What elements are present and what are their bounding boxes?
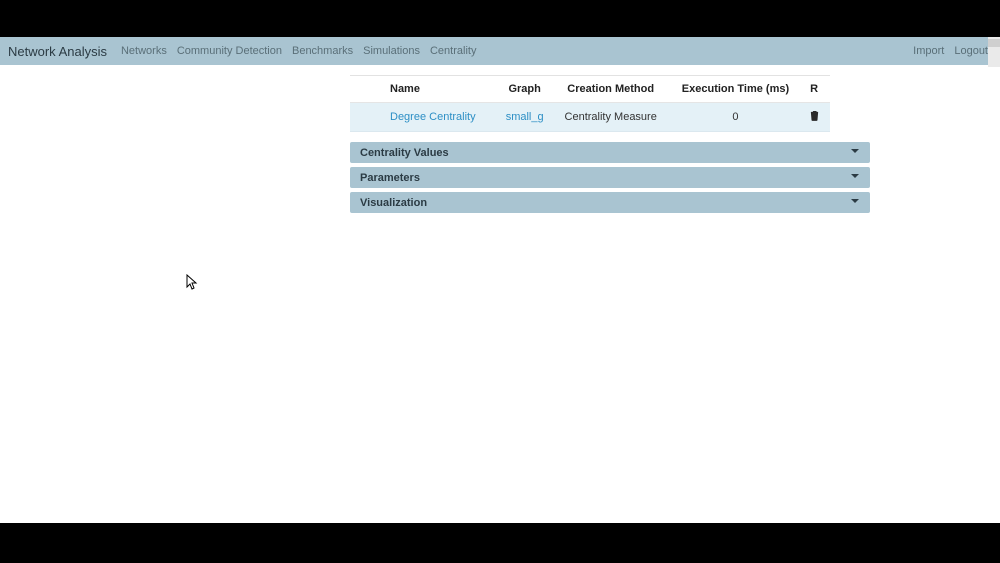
chevron-down-icon xyxy=(850,171,860,184)
nav-link-import[interactable]: Import xyxy=(913,45,944,57)
vertical-scrollbar[interactable] xyxy=(988,37,1000,67)
table-header-row: Name Graph Creation Method Execution Tim… xyxy=(350,76,830,103)
nav-right-group: Import Logout xyxy=(913,45,988,57)
accordion-label: Parameters xyxy=(360,172,420,184)
delete-icon[interactable] xyxy=(810,110,819,124)
row-exec: 0 xyxy=(669,103,802,132)
row-graph-link[interactable]: small_g xyxy=(506,111,544,123)
col-header-r: R xyxy=(802,76,830,103)
nav-link-simulations[interactable]: Simulations xyxy=(363,45,420,57)
col-header-graph: Graph xyxy=(497,76,553,103)
nav-left-group: Networks Community Detection Benchmarks … xyxy=(121,45,476,57)
chevron-down-icon xyxy=(850,146,860,159)
navbar: Network Analysis Networks Community Dete… xyxy=(0,37,1000,65)
row-name-link[interactable]: Degree Centrality xyxy=(390,111,476,123)
letterbox-top xyxy=(0,0,1000,37)
accordion-visualization[interactable]: Visualization xyxy=(350,192,870,213)
col-header-creation: Creation Method xyxy=(552,76,668,103)
mouse-cursor-icon xyxy=(186,274,198,290)
accordion-group: Centrality Values Parameters Visualizati… xyxy=(350,142,870,213)
nav-link-networks[interactable]: Networks xyxy=(121,45,167,57)
letterbox-bottom xyxy=(0,523,1000,563)
accordion-label: Centrality Values xyxy=(360,147,449,159)
nav-link-centrality[interactable]: Centrality xyxy=(430,45,476,57)
col-header-exec: Execution Time (ms) xyxy=(669,76,802,103)
accordion-parameters[interactable]: Parameters xyxy=(350,167,870,188)
results-table: Name Graph Creation Method Execution Tim… xyxy=(350,75,830,132)
brand-title[interactable]: Network Analysis xyxy=(8,44,107,59)
chevron-down-icon xyxy=(850,196,860,209)
col-header-name: Name xyxy=(350,76,497,103)
nav-link-logout[interactable]: Logout xyxy=(954,45,988,57)
nav-link-community-detection[interactable]: Community Detection xyxy=(177,45,282,57)
nav-link-benchmarks[interactable]: Benchmarks xyxy=(292,45,353,57)
content-area: Name Graph Creation Method Execution Tim… xyxy=(0,65,1000,213)
row-creation: Centrality Measure xyxy=(552,103,668,132)
table-row[interactable]: Degree Centrality small_g Centrality Mea… xyxy=(350,103,830,132)
scrollbar-thumb[interactable] xyxy=(988,39,1000,47)
accordion-label: Visualization xyxy=(360,197,427,209)
results-table-wrap: Name Graph Creation Method Execution Tim… xyxy=(350,75,870,132)
accordion-centrality-values[interactable]: Centrality Values xyxy=(350,142,870,163)
